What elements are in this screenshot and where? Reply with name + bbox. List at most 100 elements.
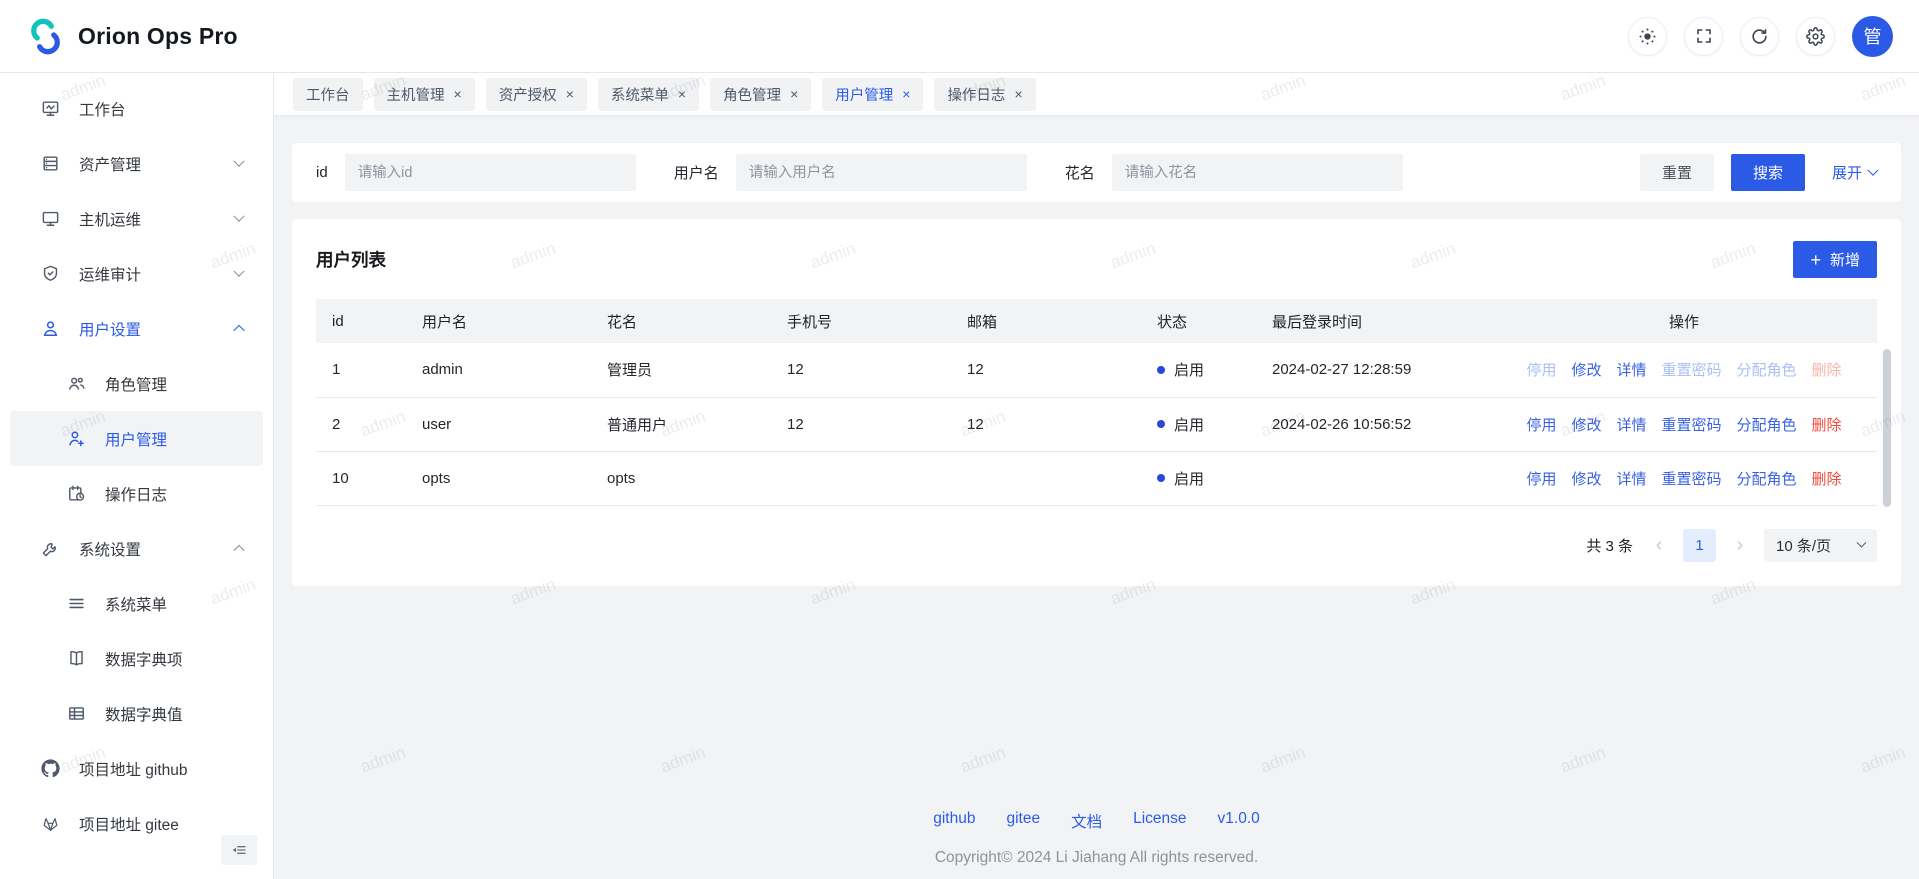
wrench-icon (40, 539, 60, 558)
tab-label: 角色管理 (723, 84, 781, 105)
reset-button[interactable]: 重置 (1640, 154, 1714, 191)
sidebar-item-dict-item[interactable]: 数据字典项 (10, 631, 263, 686)
sidebar-item-system-menu[interactable]: 系统菜单 (10, 576, 263, 631)
close-icon[interactable]: × (1014, 87, 1022, 101)
field-label-nickname: 花名 (1065, 162, 1095, 183)
cell-email: 12 (951, 397, 1141, 451)
sidebar-collapse-button[interactable] (221, 835, 257, 865)
footer-link-license[interactable]: License (1133, 810, 1186, 832)
sidebar-item-label: 项目地址 github (79, 758, 188, 780)
menu-fold-icon (231, 842, 247, 858)
user-group-icon (66, 374, 86, 393)
tab-workbench[interactable]: 工作台 (293, 78, 363, 111)
page-footer: github gitee 文档 License v1.0.0 Copyright… (292, 810, 1901, 879)
column-header-username: 用户名 (406, 299, 591, 343)
user-avatar[interactable]: 管 (1852, 16, 1893, 57)
refresh-button[interactable] (1740, 17, 1779, 56)
tab-operation-log[interactable]: 操作日志 × (934, 78, 1035, 111)
table-grid-icon (66, 704, 86, 723)
footer-link-gitee[interactable]: gitee (1006, 810, 1040, 832)
disable-action[interactable]: 停用 (1526, 468, 1556, 489)
close-icon[interactable]: × (454, 87, 462, 101)
chevron-down-icon (233, 210, 244, 221)
plus-icon: + (1810, 251, 1821, 269)
settings-button[interactable] (1796, 17, 1835, 56)
user-table: id 用户名 花名 手机号 邮箱 状态 最后登录时间 操作 1 (316, 299, 1877, 506)
assign-role-action[interactable]: 分配角色 (1737, 468, 1797, 489)
username-input[interactable] (736, 154, 1027, 191)
chevron-down-icon (1857, 537, 1867, 547)
expand-toggle[interactable]: 展开 (1832, 162, 1877, 183)
chevron-down-icon (233, 265, 244, 276)
pagination-total: 共 3 条 (1586, 535, 1633, 556)
footer-link-version[interactable]: v1.0.0 (1218, 810, 1260, 832)
search-button[interactable]: 搜索 (1731, 154, 1805, 191)
close-icon[interactable]: × (678, 87, 686, 101)
sidebar-item-label: 角色管理 (105, 373, 167, 395)
sidebar-item-github-link[interactable]: 项目地址 github (10, 741, 263, 796)
delete-action[interactable]: 删除 (1812, 359, 1842, 380)
next-page-button[interactable]: › (1730, 535, 1750, 555)
cell-nickname: 普通用户 (591, 397, 771, 451)
reset-password-action[interactable]: 重置密码 (1662, 414, 1722, 435)
delete-action[interactable]: 删除 (1812, 414, 1842, 435)
table-row: 10 opts opts 启用 停用 修改 详情 重置密码 (316, 451, 1877, 505)
prev-page-button[interactable]: ‹ (1649, 535, 1669, 555)
sidebar-item-user-management[interactable]: 用户管理 (10, 411, 263, 466)
nickname-input[interactable] (1112, 154, 1403, 191)
detail-action[interactable]: 详情 (1616, 414, 1646, 435)
close-icon[interactable]: × (790, 87, 798, 101)
sidebar-item-host-ops[interactable]: 主机运维 (10, 191, 263, 246)
sidebar-item-audit[interactable]: 运维审计 (10, 246, 263, 301)
user-list-card: 用户列表 + 新增 id 用户名 花名 (292, 219, 1901, 586)
sidebar-item-label: 资产管理 (79, 153, 141, 175)
sun-icon (1638, 27, 1657, 46)
disable-action[interactable]: 停用 (1526, 414, 1556, 435)
column-header-email: 邮箱 (951, 299, 1141, 343)
edit-action[interactable]: 修改 (1571, 414, 1601, 435)
book-icon (66, 649, 86, 668)
fullscreen-button[interactable] (1684, 17, 1723, 56)
close-icon[interactable]: × (902, 87, 910, 101)
chevron-up-icon (233, 544, 244, 555)
add-user-button[interactable]: + 新增 (1793, 241, 1877, 278)
footer-link-docs[interactable]: 文档 (1071, 810, 1102, 832)
tab-label: 主机管理 (387, 84, 445, 105)
sidebar-item-role-management[interactable]: 角色管理 (10, 356, 263, 411)
page-size-select[interactable]: 10 条/页 (1764, 529, 1877, 562)
sidebar-item-system-settings[interactable]: 系统设置 (10, 521, 263, 576)
sidebar-item-label: 项目地址 gitee (79, 813, 179, 835)
delete-action[interactable]: 删除 (1812, 468, 1842, 489)
assign-role-action[interactable]: 分配角色 (1737, 359, 1797, 380)
assign-role-action[interactable]: 分配角色 (1737, 414, 1797, 435)
id-input[interactable] (345, 154, 636, 191)
detail-action[interactable]: 详情 (1616, 468, 1646, 489)
cell-mobile: 12 (771, 343, 951, 397)
theme-toggle-button[interactable] (1628, 17, 1667, 56)
cell-nickname: 管理员 (591, 343, 771, 397)
tab-label: 资产授权 (499, 84, 557, 105)
tab-role-management[interactable]: 角色管理 × (710, 78, 811, 111)
tab-system-menu[interactable]: 系统菜单 × (598, 78, 699, 111)
reset-password-action[interactable]: 重置密码 (1662, 359, 1722, 380)
cell-id: 10 (316, 451, 406, 505)
tab-user-management[interactable]: 用户管理 × (822, 78, 923, 111)
footer-link-github[interactable]: github (933, 810, 975, 832)
close-icon[interactable]: × (566, 87, 574, 101)
sidebar-item-dict-value[interactable]: 数据字典值 (10, 686, 263, 741)
sidebar-item-operation-log[interactable]: 操作日志 (10, 466, 263, 521)
table-scrollbar[interactable] (1883, 349, 1891, 507)
disable-action[interactable]: 停用 (1526, 359, 1556, 380)
tab-host-management[interactable]: 主机管理 × (374, 78, 475, 111)
column-header-actions: 操作 (1491, 299, 1877, 343)
sidebar-item-label: 操作日志 (105, 483, 167, 505)
sidebar-item-assets[interactable]: 资产管理 (10, 136, 263, 191)
detail-action[interactable]: 详情 (1616, 359, 1646, 380)
page-number-button[interactable]: 1 (1683, 529, 1716, 562)
sidebar-item-workbench[interactable]: 工作台 (10, 81, 263, 136)
reset-password-action[interactable]: 重置密码 (1662, 468, 1722, 489)
tab-asset-authorization[interactable]: 资产授权 × (486, 78, 587, 111)
sidebar-item-user-settings[interactable]: 用户设置 (10, 301, 263, 356)
edit-action[interactable]: 修改 (1571, 468, 1601, 489)
edit-action[interactable]: 修改 (1571, 359, 1601, 380)
